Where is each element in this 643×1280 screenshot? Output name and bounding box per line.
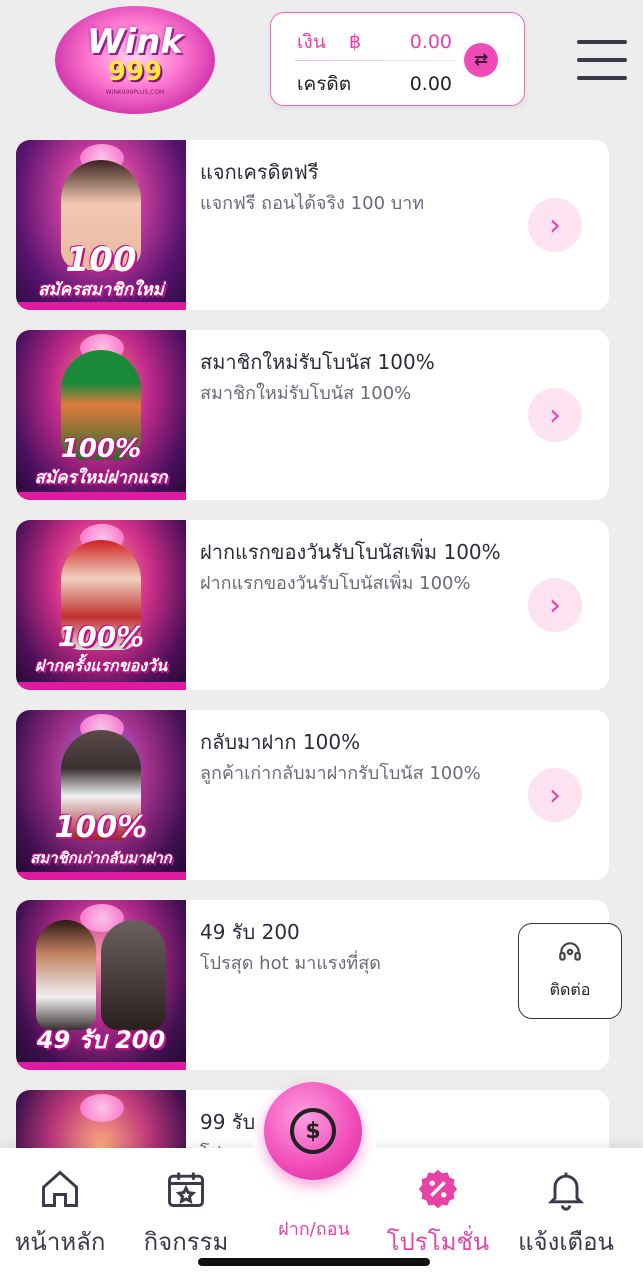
- promo-card[interactable]: 100% สมัครใหม่ฝากแรก สมาชิกใหม่รับโบนัส …: [16, 330, 609, 500]
- nav-home-label: หน้าหลัก: [14, 1228, 106, 1256]
- money-value: 0.00: [409, 31, 452, 53]
- banner-number: 49 รับ 200: [36, 1026, 166, 1054]
- promo-banner-image: 100 สมัครสมาชิกใหม่: [16, 140, 186, 310]
- promo-description: แจกฟรี ถอนได้จริง 100 บาท: [200, 193, 425, 214]
- promo-banner-image: 49 รับ 200: [16, 900, 186, 1070]
- promo-title: สมาชิกใหม่รับโบนัส 100%: [200, 350, 435, 374]
- chevron-right-icon[interactable]: ›: [528, 578, 582, 632]
- banner-number: 100%: [60, 434, 142, 464]
- promo-description: ลูกค้าเก่ากลับมาฝากรับโบนัส 100%: [200, 763, 481, 784]
- calendar-star-icon: [122, 1166, 250, 1212]
- baht-icon: ฿: [349, 31, 362, 53]
- promo-description: สมาชิกใหม่รับโบนัส 100%: [200, 383, 412, 404]
- banner-number: 100: [65, 240, 137, 280]
- nav-promotions-label: โปรโมชั่น: [386, 1228, 490, 1256]
- hamburger-menu-icon[interactable]: [577, 40, 627, 80]
- nav-promotions[interactable]: โปรโมชั่น: [374, 1166, 502, 1261]
- brand-logo[interactable]: Wink 999 WINK999PLUS.COM: [55, 6, 215, 114]
- promo-title: กลับมาฝาก 100%: [200, 730, 361, 754]
- banner-subtitle: สมัครใหม่ฝากแรก: [34, 468, 168, 488]
- banner-subtitle: ฝากครั้งแรกของวัน: [34, 656, 168, 675]
- home-icon: [0, 1166, 124, 1212]
- nav-notifications-label: แจ้งเตือน: [518, 1228, 614, 1256]
- promo-banner-image: 100% สมัครใหม่ฝากแรก: [16, 330, 186, 500]
- banner-subtitle: สมัครสมาชิกใหม่: [38, 280, 164, 300]
- money-label: เงิน: [297, 31, 326, 53]
- banner-number: 100%: [57, 620, 145, 653]
- promo-title: แจกเครดิตฟรี: [200, 160, 319, 184]
- promo-card[interactable]: 100% ฝากครั้งแรกของวัน ฝากแรกของวันรับโบ…: [16, 520, 609, 690]
- home-indicator: [198, 1258, 430, 1266]
- deposit-withdraw-button[interactable]: $: [264, 1082, 362, 1180]
- chevron-right-icon[interactable]: ›: [528, 198, 582, 252]
- headset-icon: [557, 939, 583, 972]
- nav-activities[interactable]: กิจกรรม: [122, 1166, 250, 1261]
- nav-activities-label: กิจกรรม: [143, 1228, 229, 1256]
- credit-row: เครดิต 0.00: [297, 69, 452, 99]
- promo-title: 99 รับ: [200, 1110, 256, 1134]
- swap-arrows-icon[interactable]: ⇄: [464, 43, 498, 77]
- promo-description: โปรสุด hot มาแรงที่สุด: [200, 953, 381, 974]
- money-row: เงิน ฿ 0.00: [297, 27, 452, 57]
- logo-url: WINK999PLUS.COM: [105, 88, 165, 96]
- bell-icon: [502, 1166, 630, 1212]
- contact-button[interactable]: ติดต่อ: [518, 923, 622, 1019]
- promo-card[interactable]: 100 สมัครสมาชิกใหม่ แจกเครดิตฟรี แจกฟรี …: [16, 140, 609, 310]
- coin-exchange-icon: $: [290, 1108, 336, 1154]
- wallet-panel: เงิน ฿ 0.00 เครดิต 0.00 ⇄: [270, 12, 525, 106]
- percent-badge-icon: [374, 1166, 502, 1212]
- promo-banner-image: 100% ฝากครั้งแรกของวัน: [16, 520, 186, 690]
- contact-label: ติดต่อ: [549, 980, 591, 999]
- promo-title: 49 รับ 200: [200, 920, 300, 944]
- deposit-withdraw-label: ฝาก/ถอน: [278, 1219, 350, 1240]
- banner-number: 100%: [54, 810, 148, 845]
- promo-card[interactable]: 100% สมาชิกเก่ากลับมาฝาก กลับมาฝาก 100% …: [16, 710, 609, 880]
- logo-text: Wink: [87, 21, 183, 62]
- header: Wink 999 WINK999PLUS.COM เงิน ฿ 0.00 เคร…: [0, 0, 643, 130]
- logo-number: 999: [107, 56, 163, 87]
- wallet-divider: [295, 60, 455, 61]
- promo-description: ฝากแรกของวันรับโบนัสเพิ่ม 100%: [200, 573, 471, 594]
- nav-notifications[interactable]: แจ้งเตือน: [502, 1166, 630, 1261]
- banner-subtitle: สมาชิกเก่ากลับมาฝาก: [30, 849, 172, 867]
- credit-label: เครดิต: [297, 73, 352, 95]
- promo-title: ฝากแรกของวันรับโบนัสเพิ่ม 100%: [200, 540, 501, 564]
- credit-value: 0.00: [409, 73, 452, 95]
- promo-banner-image: 100% สมาชิกเก่ากลับมาฝาก: [16, 710, 186, 880]
- chevron-right-icon[interactable]: ›: [528, 768, 582, 822]
- chevron-right-icon[interactable]: ›: [528, 388, 582, 442]
- nav-home[interactable]: หน้าหลัก: [0, 1166, 124, 1261]
